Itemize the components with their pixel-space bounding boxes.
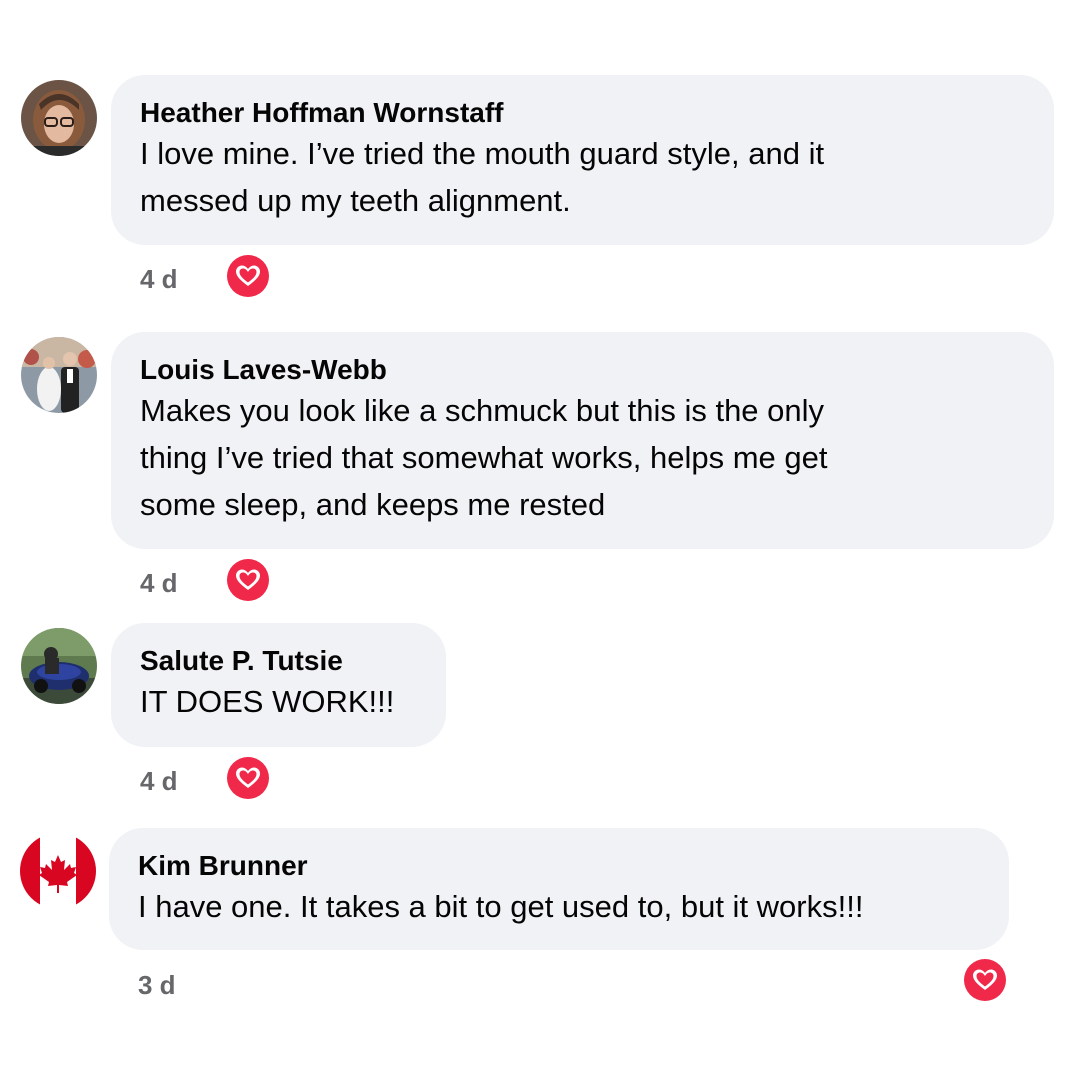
comment-author[interactable]: Salute P. Tutsie (140, 645, 417, 677)
avatar[interactable] (21, 80, 97, 156)
comment-text: IT DOES WORK!!! (140, 678, 417, 725)
heart-reaction[interactable] (226, 558, 270, 602)
comment-text-line: some sleep, and keeps me rested (140, 487, 606, 522)
heart-reaction[interactable] (226, 756, 270, 800)
comment-text-line: I love mine. I’ve tried the mouth guard … (140, 136, 825, 171)
comment-bubble: Louis Laves-Webb Makes you look like a s… (111, 332, 1054, 549)
comment-timestamp[interactable]: 4 d (140, 568, 178, 598)
comment-text-line: messed up my teeth alignment. (140, 183, 571, 218)
heart-reaction[interactable] (963, 958, 1007, 1002)
user-photo-icon (21, 337, 97, 413)
comment-text: I love mine. I’ve tried the mouth guard … (140, 130, 1025, 224)
comment-author[interactable]: Kim Brunner (138, 850, 980, 882)
user-photo-icon (21, 628, 97, 704)
heart-reaction[interactable] (226, 254, 270, 298)
comment-text: I have one. It takes a bit to get used t… (138, 883, 980, 930)
heart-icon (227, 559, 269, 601)
comment-bubble: Heather Hoffman Wornstaff I love mine. I… (111, 75, 1054, 245)
user-photo-icon (21, 80, 97, 156)
comment-bubble: Kim Brunner I have one. It takes a bit t… (109, 828, 1009, 950)
comment-text-line: IT DOES WORK!!! (140, 684, 395, 719)
avatar[interactable] (21, 628, 97, 704)
comment-author[interactable]: Louis Laves-Webb (140, 354, 1025, 386)
comment-bubble: Salute P. Tutsie IT DOES WORK!!! (111, 623, 446, 747)
comment-timestamp[interactable]: 4 d (140, 766, 178, 796)
heart-icon (964, 959, 1006, 1001)
heart-icon (227, 757, 269, 799)
canada-flag-icon (20, 833, 96, 909)
comment-author[interactable]: Heather Hoffman Wornstaff (140, 97, 1025, 129)
comment-timestamp[interactable]: 4 d (140, 264, 178, 294)
comment-text-line: I have one. It takes a bit to get used t… (138, 889, 864, 924)
avatar[interactable] (21, 337, 97, 413)
heart-icon (227, 255, 269, 297)
comment-text-line: Makes you look like a schmuck but this i… (140, 393, 825, 428)
avatar[interactable] (20, 833, 96, 909)
comment-text-line: thing I’ve tried that somewhat works, he… (140, 440, 828, 475)
comment-timestamp[interactable]: 3 d (138, 970, 176, 1000)
comment-text: Makes you look like a schmuck but this i… (140, 387, 1025, 528)
